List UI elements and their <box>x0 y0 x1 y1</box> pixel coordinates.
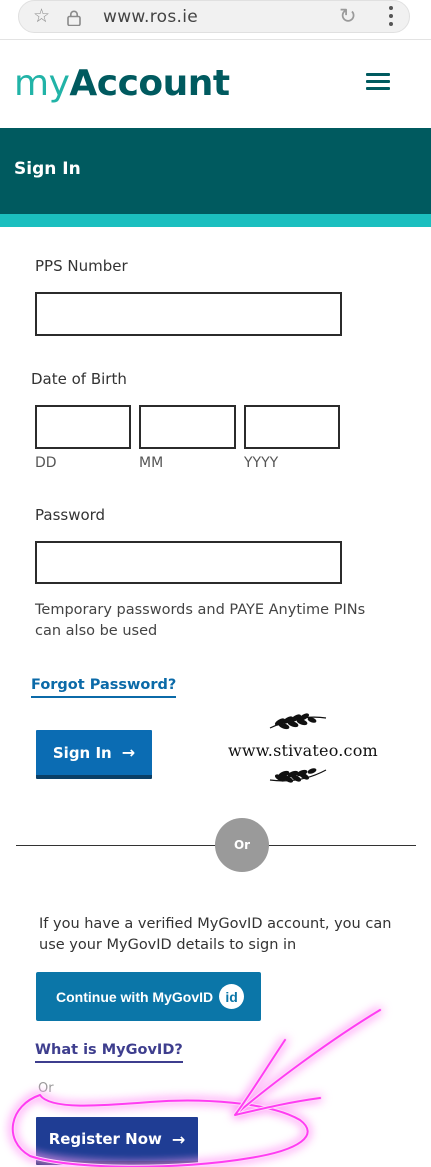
password-note: Temporary passwords and PAYE Anytime PIN… <box>35 602 366 639</box>
register-now-button[interactable]: Register Now → <box>36 1117 198 1165</box>
star-icon[interactable]: ☆ <box>33 6 50 26</box>
hamburger-menu-icon[interactable] <box>366 73 390 91</box>
sign-in-button-label: Sign In <box>52 743 112 762</box>
pps-label: PPS Number <box>35 257 128 275</box>
logo-my: my <box>14 63 70 104</box>
register-now-label: Register Now <box>48 1130 162 1148</box>
lock-icon <box>66 10 82 27</box>
logo-account: Account <box>69 63 230 104</box>
continue-with-mygovid-button[interactable]: Continue with MyGovID id <box>36 972 261 1021</box>
browser-toolbar: ☆ www.ros.ie ↻ <box>0 0 431 40</box>
signin-header-band: Sign In <box>0 128 431 214</box>
watermark: www.stivateo.com <box>228 708 378 792</box>
watermark-text: www.stivateo.com <box>228 741 378 760</box>
address-bar[interactable]: ☆ www.ros.ie ↻ <box>18 0 410 33</box>
dob-month-input[interactable] <box>139 405 236 449</box>
arrow-right-icon: → <box>171 1129 186 1149</box>
forgot-password-link[interactable]: Forgot Password? <box>31 677 177 698</box>
reload-icon[interactable]: ↻ <box>339 4 357 28</box>
pps-number-input[interactable] <box>35 292 342 336</box>
mygovid-description: If you have a verified MyGovID account, … <box>39 916 392 953</box>
or-small-label: Or <box>38 1081 54 1096</box>
what-is-mygovid-link[interactable]: What is MyGovID? <box>35 1042 183 1063</box>
password-label: Password <box>35 506 106 524</box>
dob-day-input[interactable] <box>35 405 131 449</box>
or-separator: Or <box>215 818 269 872</box>
dob-month-hint: MM <box>139 455 164 471</box>
accent-strip <box>0 214 431 227</box>
more-vert-icon[interactable] <box>389 6 393 26</box>
site-logo[interactable]: myAccount <box>14 62 230 106</box>
password-input[interactable] <box>35 541 342 584</box>
arrow-right-icon: → <box>121 743 136 762</box>
dob-year-hint: YYYY <box>244 455 279 471</box>
mygovid-button-label: Continue with MyGovID <box>56 988 214 1005</box>
sign-in-button[interactable]: Sign In → <box>36 730 152 779</box>
mygovid-id-icon: id <box>219 984 245 1009</box>
page-title: Sign In <box>14 159 81 179</box>
url-text[interactable]: www.ros.ie <box>103 7 198 27</box>
dob-year-input[interactable] <box>244 405 340 449</box>
dob-label: Date of Birth <box>31 370 127 388</box>
dob-day-hint: DD <box>35 455 57 471</box>
